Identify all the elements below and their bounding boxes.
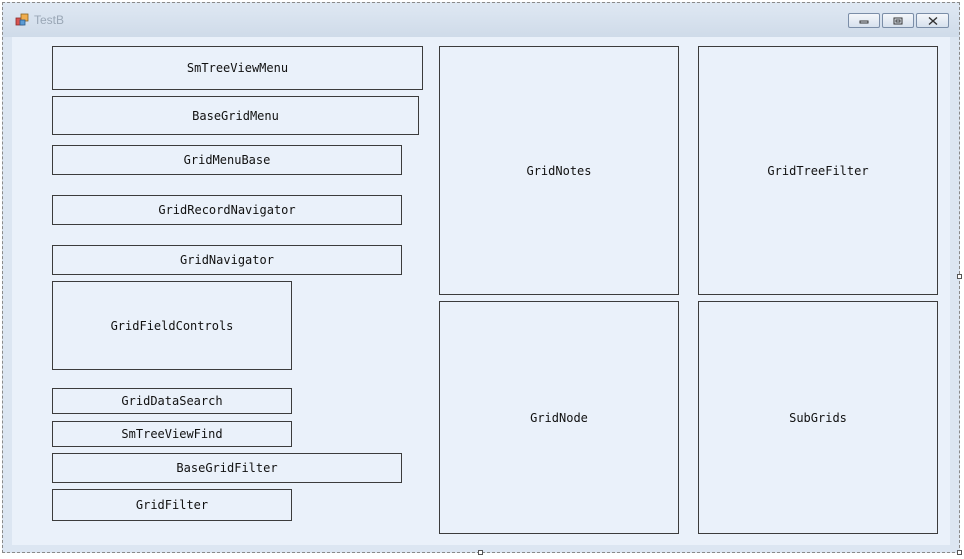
grid-navigator-control[interactable]: GridNavigator: [52, 245, 402, 275]
grid-filter-control[interactable]: GridFilter: [52, 489, 292, 521]
close-icon: [928, 16, 937, 25]
minimize-icon: [859, 20, 869, 23]
grid-node-control[interactable]: GridNode: [439, 301, 679, 534]
maximize-icon: [893, 17, 903, 24]
sm-tree-view-menu-control[interactable]: SmTreeViewMenu: [52, 46, 423, 90]
minimize-button[interactable]: [848, 13, 880, 28]
grid-data-search-control[interactable]: GridDataSearch: [52, 388, 292, 414]
resize-handle-right[interactable]: [957, 274, 962, 279]
base-grid-filter-control[interactable]: BaseGridFilter: [52, 453, 402, 483]
form-client-area: SmTreeViewMenu BaseGridMenu GridMenuBase…: [12, 37, 950, 545]
base-grid-menu-control[interactable]: BaseGridMenu: [52, 96, 419, 135]
maximize-button[interactable]: [882, 13, 914, 28]
sm-tree-view-find-control[interactable]: SmTreeViewFind: [52, 421, 292, 447]
close-button[interactable]: [916, 13, 949, 28]
grid-menu-base-control[interactable]: GridMenuBase: [52, 145, 402, 175]
title-bar[interactable]: TestB: [3, 3, 959, 37]
window-title: TestB: [34, 13, 65, 27]
app-icon: [15, 13, 29, 26]
sub-grids-control[interactable]: SubGrids: [698, 301, 938, 534]
grid-record-navigator-control[interactable]: GridRecordNavigator: [52, 195, 402, 225]
grid-tree-filter-control[interactable]: GridTreeFilter: [698, 46, 938, 295]
resize-handle-corner[interactable]: [957, 550, 962, 555]
form-window: TestB SmTreeViewMenu BaseGridMenu GridMe…: [2, 2, 960, 553]
resize-handle-bottom[interactable]: [478, 550, 483, 555]
grid-field-controls-control[interactable]: GridFieldControls: [52, 281, 292, 370]
grid-notes-control[interactable]: GridNotes: [439, 46, 679, 295]
